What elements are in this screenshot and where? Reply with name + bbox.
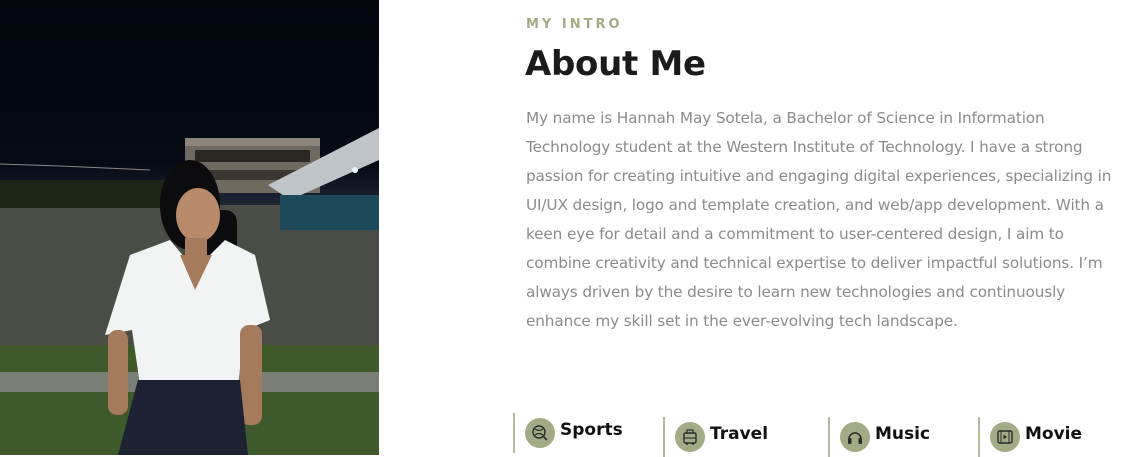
section-eyebrow: MY INTRO [526, 17, 623, 32]
hobby-movie: Movie [978, 417, 1082, 457]
hobby-music: Music [828, 417, 930, 457]
hobby-label: Sports [560, 420, 623, 440]
hobby-label: Movie [1025, 424, 1083, 444]
hobby-label: Music [875, 424, 931, 444]
photo-scene [0, 128, 379, 455]
hobby-sports: Sports [513, 413, 623, 453]
travel-icon [675, 422, 705, 452]
music-icon [840, 422, 870, 452]
bio-paragraph: My name is Hannah May Sotela, a Bachelor… [526, 109, 1112, 330]
sports-icon [525, 418, 555, 448]
profile-photo [0, 0, 379, 455]
hobby-label: Travel [710, 424, 769, 444]
movie-icon [990, 422, 1020, 452]
page-title: About Me [525, 44, 706, 84]
hobby-travel: Travel [663, 417, 768, 457]
